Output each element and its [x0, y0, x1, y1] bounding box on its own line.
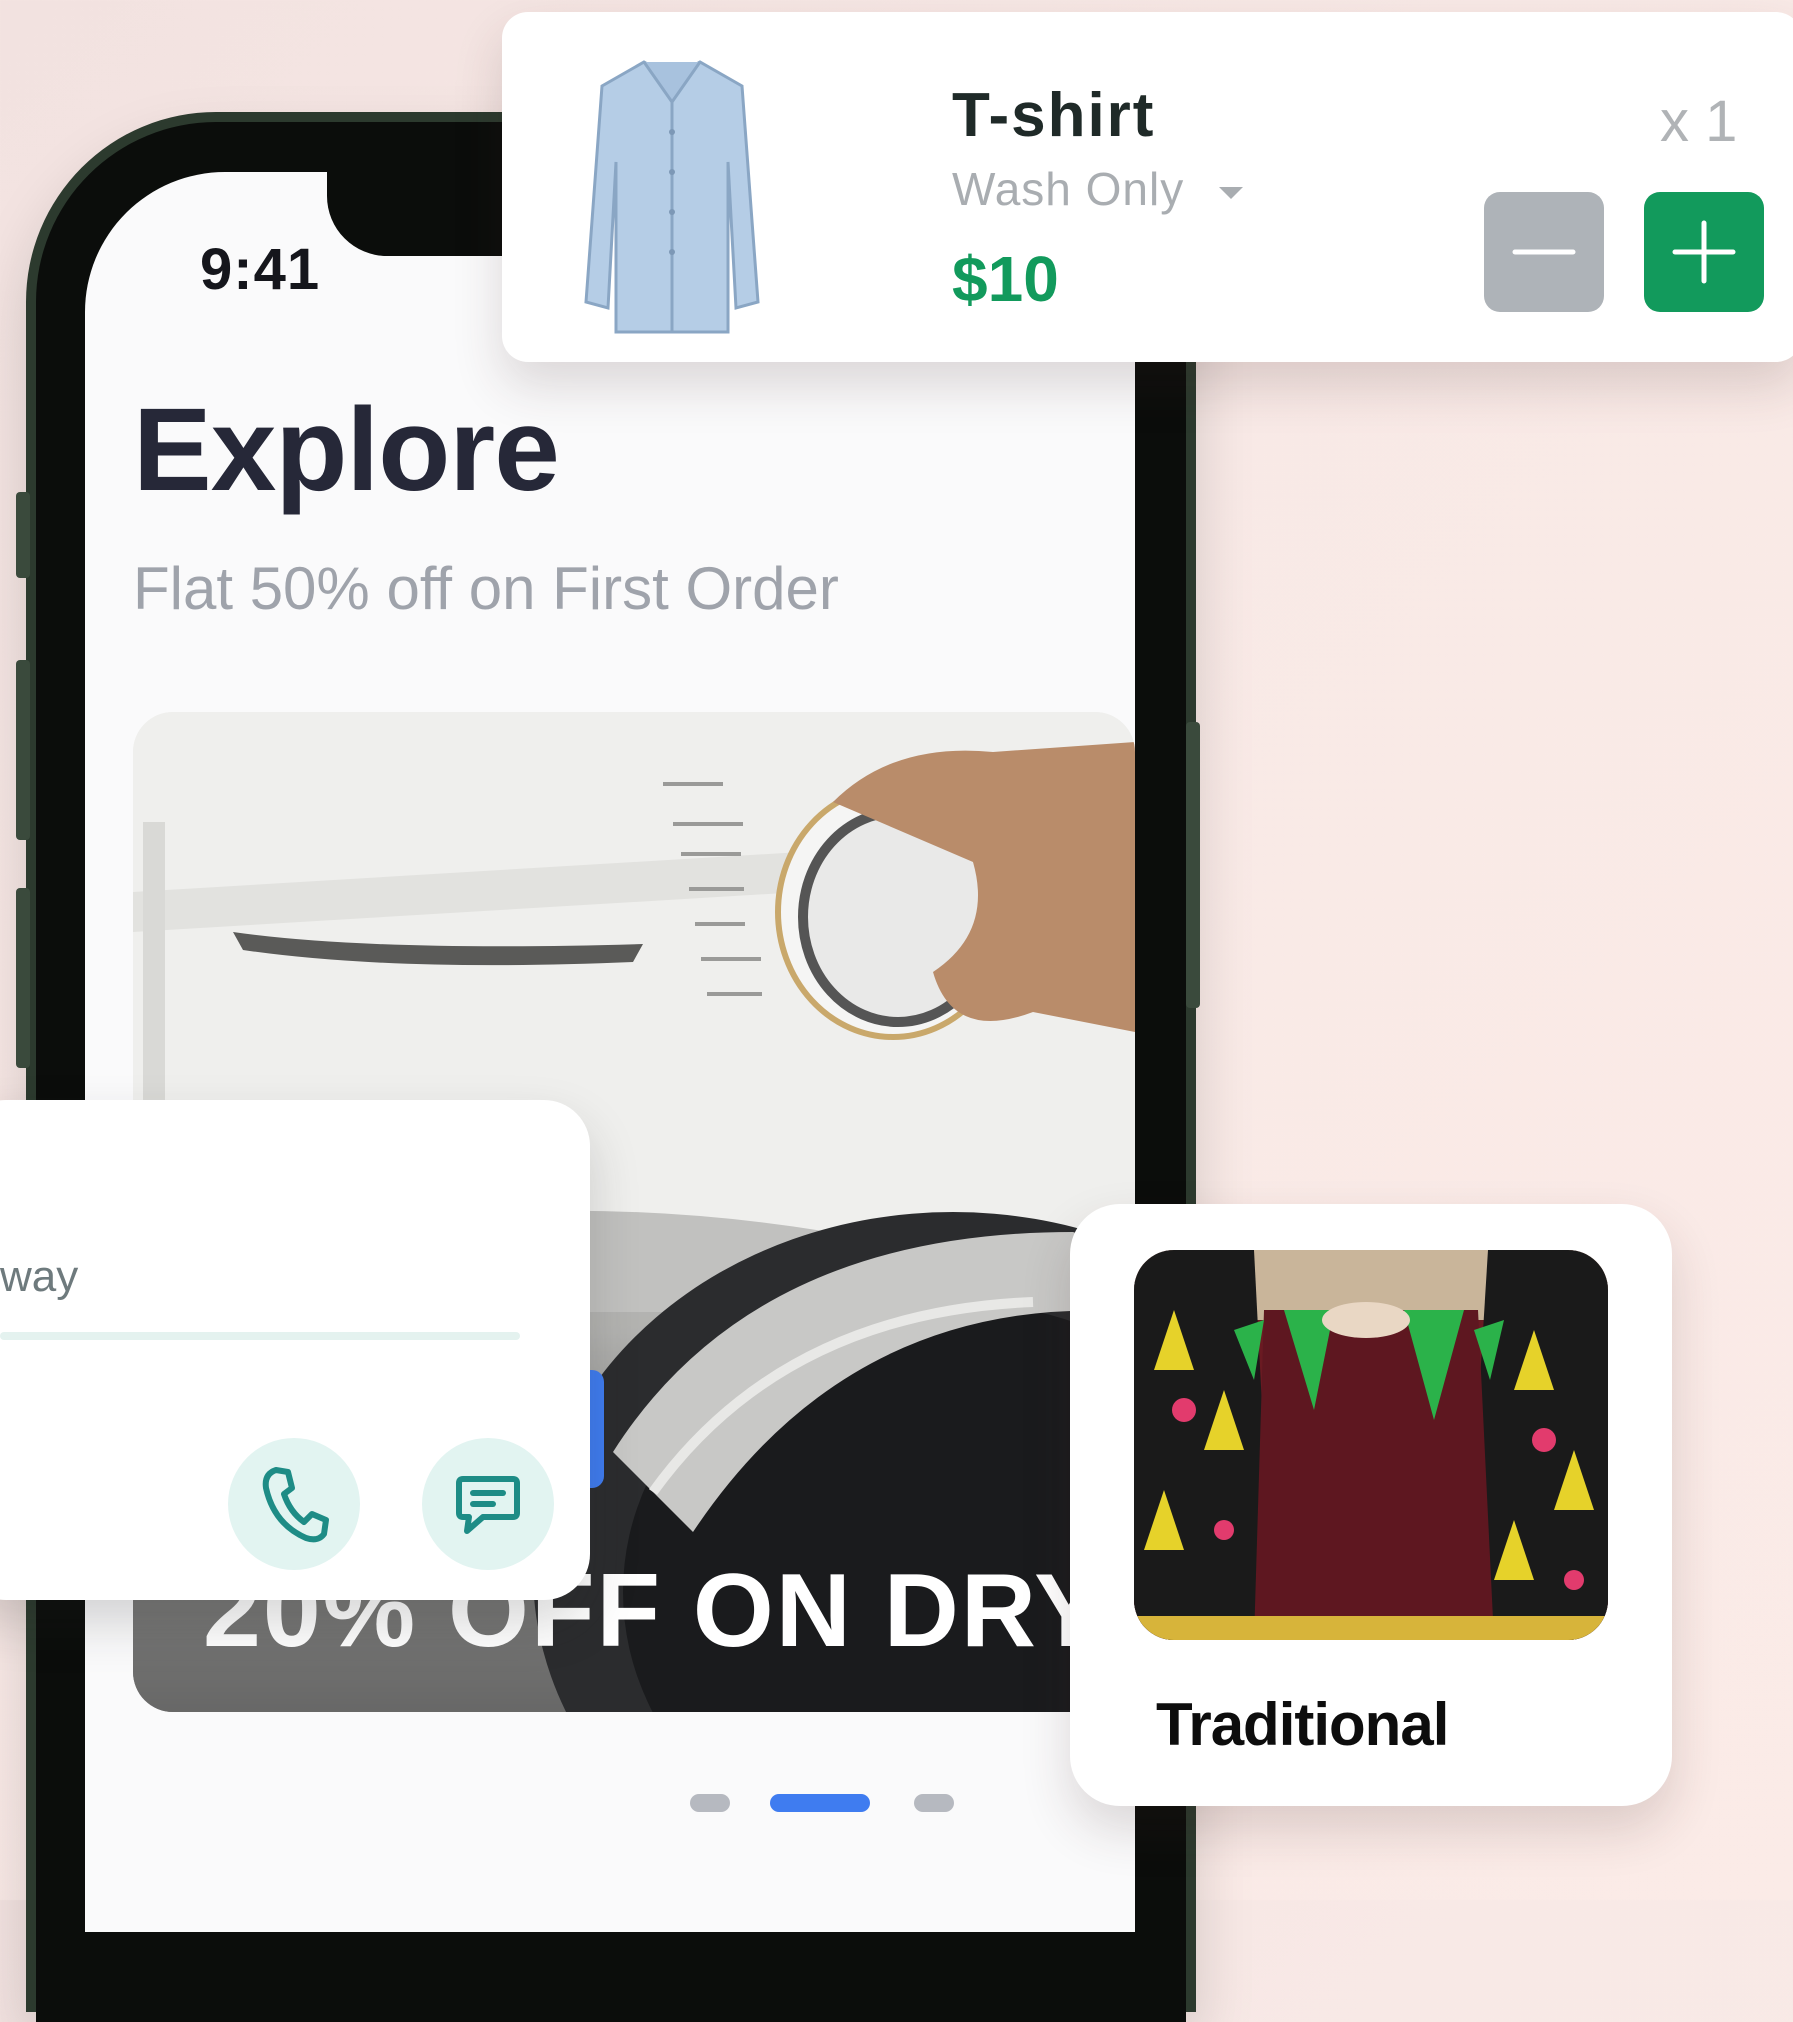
traditional-clothing-image	[1134, 1250, 1608, 1640]
shirt-icon	[584, 60, 760, 334]
service-dropdown-value: Wash Only	[952, 163, 1185, 215]
chat-icon	[456, 1476, 520, 1534]
plus-icon	[1672, 220, 1736, 284]
phone-icon	[262, 1467, 329, 1543]
carousel-dot-active[interactable]	[770, 1794, 870, 1812]
carousel-dot[interactable]	[690, 1794, 730, 1812]
progress-divider	[0, 1332, 520, 1340]
increase-quantity-button[interactable]	[1644, 192, 1764, 312]
minus-icon	[1512, 249, 1576, 255]
phone-volume-down	[16, 888, 30, 1068]
chevron-down-icon	[1219, 186, 1244, 199]
delivery-contact-card: way	[0, 1100, 590, 1600]
contact-status-text: way	[0, 1252, 79, 1301]
item-price: $10	[952, 243, 1059, 315]
cart-item-card: T-shirt Wash Only $10 x 1	[502, 12, 1793, 362]
category-label: Traditional	[1156, 1691, 1449, 1758]
call-button[interactable]	[228, 1438, 360, 1570]
traditional-clothing-illustration	[1134, 1250, 1608, 1640]
phone-silent-switch	[16, 492, 30, 578]
item-quantity: x 1	[1660, 89, 1738, 154]
decrease-quantity-button[interactable]	[1484, 192, 1604, 312]
category-card-traditional[interactable]: Traditional	[1070, 1204, 1672, 1806]
page-title: Explore	[133, 384, 560, 516]
carousel-dot[interactable]	[914, 1794, 954, 1812]
service-dropdown[interactable]: Wash Only	[952, 162, 1246, 216]
phone-volume-up	[16, 660, 30, 840]
item-name: T-shirt	[952, 81, 1156, 150]
phone-screen: 9:41 Explore Flat 50% off on First Order…	[85, 172, 1135, 1932]
status-bar-time: 9:41	[200, 237, 321, 302]
promo-subtitle: Flat 50% off on First Order	[133, 555, 839, 622]
message-button[interactable]	[422, 1438, 554, 1570]
phone-power-button	[1186, 722, 1200, 1008]
